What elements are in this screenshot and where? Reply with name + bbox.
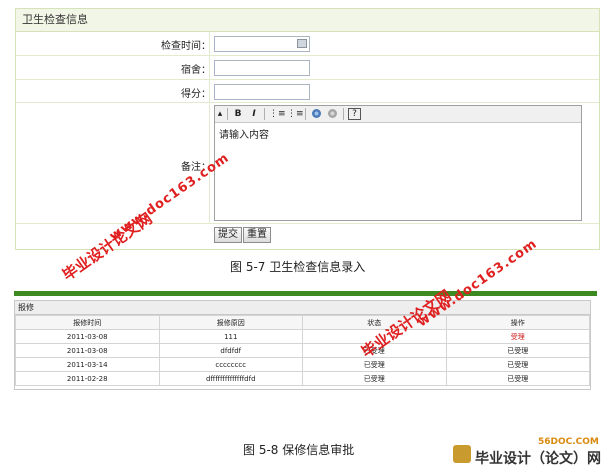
cell-status: 已受理 (302, 357, 447, 372)
field-row-dorm: 宿舍： (16, 56, 599, 80)
check-time-input[interactable] (214, 36, 310, 52)
cell-reason: cccccccc (158, 357, 303, 372)
logo-name-text: 毕业设计（论文）网 (475, 451, 601, 467)
table-header-row: 报修时间 报修原因 状态 操作 (15, 315, 590, 330)
help-button[interactable]: ? (348, 108, 361, 120)
table-row: 2011-03-08 111 受理 (15, 329, 590, 344)
field-label: 检查时间： (161, 41, 211, 52)
cell-action: 已受理 (445, 357, 590, 372)
link-icon[interactable] (310, 108, 322, 120)
logo-badge-icon (453, 445, 471, 463)
health-check-form: 卫生检查信息 检查时间： 宿舍： 得分： 备注： ▴ B I ⋮≡ ⋮≡ ? 请… (15, 8, 600, 250)
bold-button[interactable]: B (232, 108, 244, 120)
cell-time: 2011-03-14 (15, 357, 160, 372)
submit-button[interactable]: 提交 (214, 227, 242, 243)
editor-toolbar: ▴ B I ⋮≡ ⋮≡ ? (215, 106, 581, 123)
cell-reason: 111 (158, 329, 303, 344)
field-label: 得分： (181, 89, 211, 100)
table-row: 2011-03-14 cccccccc 已受理 已受理 (15, 357, 590, 372)
calendar-icon[interactable] (297, 39, 307, 48)
cell-time: 2011-03-08 (15, 329, 160, 344)
col-header-action: 操作 (445, 315, 590, 330)
header-bar (14, 291, 597, 296)
col-header-reason: 报修原因 (158, 315, 303, 330)
field-label: 宿舍： (181, 65, 211, 76)
dorm-input[interactable] (214, 60, 310, 76)
score-input[interactable] (214, 84, 310, 100)
logo-site-text: 56DOC.COM (538, 437, 599, 447)
unlink-icon[interactable] (326, 108, 338, 120)
field-row-check-time: 检查时间： (16, 32, 599, 56)
cell-status: 已受理 (302, 371, 447, 386)
cell-action: 已受理 (445, 371, 590, 386)
unordered-list-button[interactable]: ⋮≡ (287, 108, 304, 120)
remark-text: 请输入内容 (219, 130, 269, 141)
figure-caption-5-7: 图 5-7 卫生检查信息录入 (230, 260, 366, 274)
reset-button[interactable]: 重置 (243, 227, 271, 243)
cell-time: 2011-02-28 (15, 371, 160, 386)
field-row-score: 得分： (16, 80, 599, 103)
table-title: 报修 (15, 301, 590, 315)
cell-action: 已受理 (445, 343, 590, 358)
table-row: 2011-02-28 dffffffffffffffdfd 已受理 已受理 (15, 371, 590, 386)
accept-link[interactable]: 受理 (445, 329, 590, 344)
ordered-list-button[interactable]: ⋮≡ (269, 108, 286, 120)
italic-button[interactable]: I (248, 108, 260, 120)
cell-reason: dfdfdf (158, 343, 303, 358)
table-row: 2011-03-08 dfdfdf 已受理 已受理 (15, 343, 590, 358)
repair-table-grid: 报修时间 报修原因 状态 操作 2011-03-08 111 受理 2011-0… (15, 315, 590, 386)
col-header-time: 报修时间 (15, 315, 160, 330)
repair-table: 报修 报修时间 报修原因 状态 操作 2011-03-08 111 受理 201… (14, 300, 591, 390)
cell-reason: dffffffffffffffdfd (158, 371, 303, 386)
form-title: 卫生检查信息 (16, 9, 599, 32)
remark-editor[interactable]: ▴ B I ⋮≡ ⋮≡ ? 请输入内容 (214, 105, 582, 221)
toolbar-handle-icon: ▴ (217, 109, 223, 119)
figure-caption-5-8: 图 5-8 保修信息审批 (243, 443, 355, 457)
site-logo: 56DOC.COM 毕业设计（论文）网 (453, 437, 603, 471)
cell-time: 2011-03-08 (15, 343, 160, 358)
